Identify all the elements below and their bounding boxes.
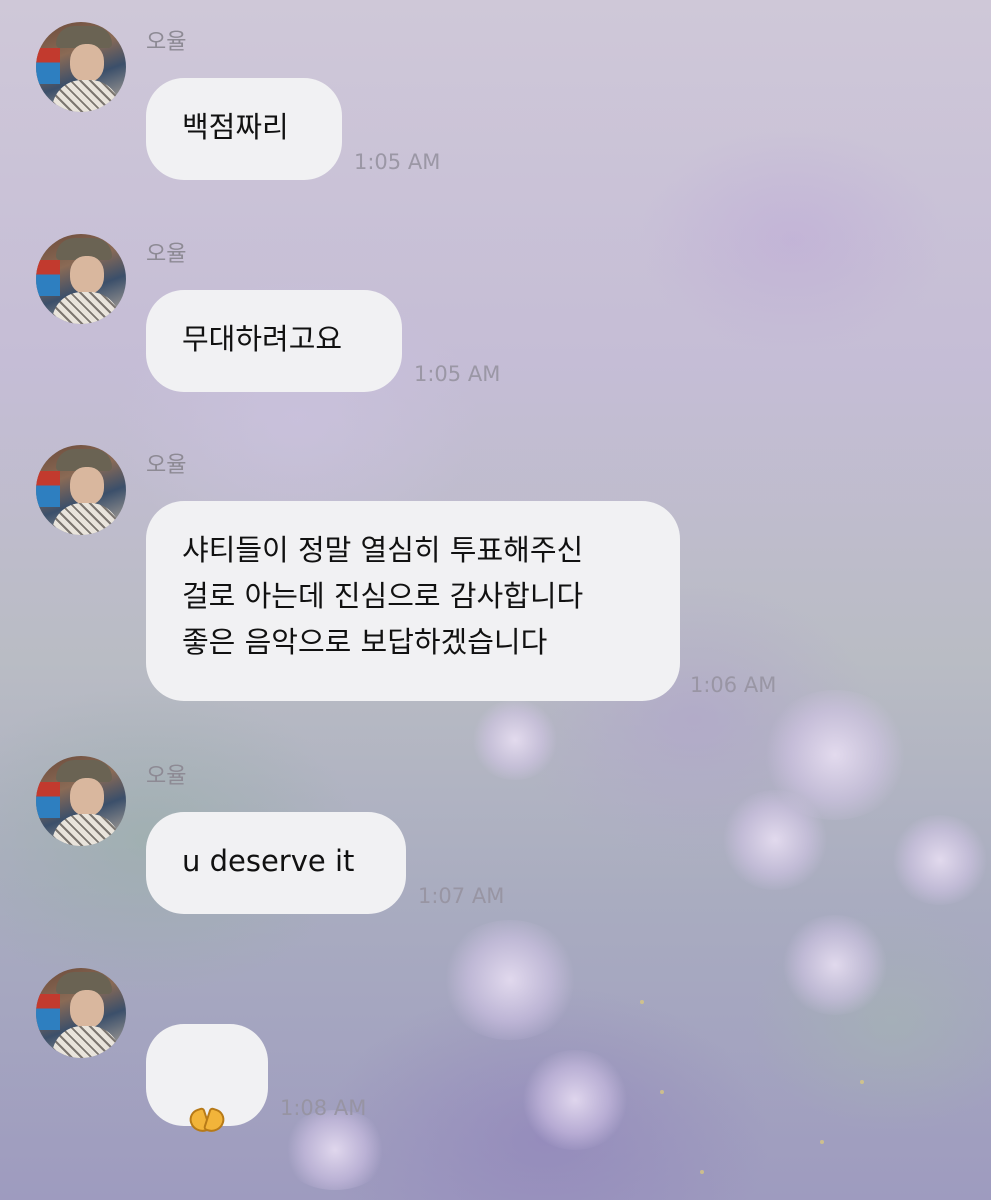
avatar-shirt (52, 292, 120, 324)
avatar-shirt (52, 503, 120, 535)
avatar-sign (36, 994, 60, 1030)
background-flower (720, 790, 830, 890)
sender-avatar[interactable] (36, 234, 126, 324)
sender-name: 오율 (146, 453, 187, 478)
avatar-sign (36, 48, 60, 84)
message-bubble[interactable]: 샤티들이 정말 열심히 투표해주신 걸로 아는데 진심으로 감사합니다 좋은 음… (146, 501, 680, 701)
message-timestamp: 1:06 AM (690, 673, 777, 697)
avatar-sign (36, 471, 60, 507)
avatar-shirt (52, 80, 120, 112)
background-speck (700, 1170, 704, 1174)
avatar-face (70, 990, 104, 1028)
message-bubble[interactable] (146, 1024, 268, 1136)
background-flower (440, 920, 580, 1040)
background-speck (640, 1000, 644, 1004)
sender-avatar[interactable] (36, 445, 126, 535)
message-timestamp: 1:08 AM (280, 1096, 367, 1120)
message-timestamp: 1:05 AM (414, 362, 501, 386)
background-flower (520, 1050, 630, 1150)
avatar-face (70, 467, 104, 505)
message-timestamp: 1:07 AM (418, 884, 505, 908)
background-flower (280, 1110, 390, 1190)
background-speck (860, 1080, 864, 1084)
background-flower (470, 700, 560, 780)
background-speck (820, 1140, 824, 1144)
avatar-face (70, 256, 104, 294)
heart-hands-icon (186, 1106, 228, 1136)
avatar-shirt (52, 814, 120, 846)
avatar-sign (36, 782, 60, 818)
avatar-shirt (52, 1026, 120, 1058)
message-timestamp: 1:05 AM (354, 150, 441, 174)
sender-avatar[interactable] (36, 22, 126, 112)
sender-avatar[interactable] (36, 756, 126, 846)
background-speck (660, 1090, 664, 1094)
background-flower (890, 815, 990, 905)
message-bubble[interactable]: 무대하려고요 (146, 290, 402, 392)
sender-avatar[interactable] (36, 968, 126, 1058)
sender-name: 오율 (146, 242, 187, 267)
message-bubble[interactable]: u deserve it (146, 812, 406, 914)
sender-name: 오율 (146, 764, 187, 789)
avatar-sign (36, 260, 60, 296)
avatar-face (70, 778, 104, 816)
avatar-face (70, 44, 104, 82)
message-bubble[interactable]: 백점짜리 (146, 78, 342, 180)
sender-name: 오율 (146, 30, 187, 55)
background-flower (780, 915, 890, 1015)
